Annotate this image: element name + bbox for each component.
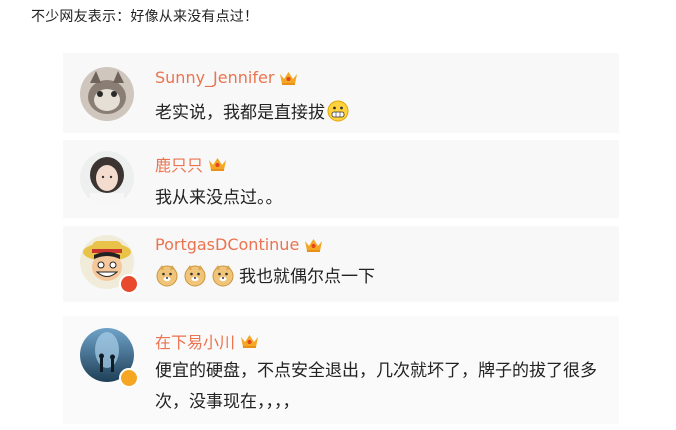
- username[interactable]: Sunny_Jennifer: [155, 68, 299, 87]
- comment-text: 便宜的硬盘，不点安全退出，几次就坏了，牌子的拔了很多次，没事现在，，，，: [155, 361, 597, 412]
- username[interactable]: PortgasDContinue: [155, 235, 324, 254]
- crown-badge-icon: [207, 156, 228, 172]
- comment-text: 我从来没点过。。: [155, 188, 283, 208]
- comment-text: 老实说，我都是直接拔: [155, 98, 349, 123]
- comment-card: Sunny_Jennifer 老实说，我都是直接拔: [63, 53, 619, 133]
- user-avatar[interactable]: [80, 67, 134, 121]
- crown-badge-icon: [303, 237, 324, 253]
- comment-card: 鹿只只 我从来没点过。。: [63, 140, 619, 218]
- comment-text: 我也就偶尔点一下: [155, 262, 375, 287]
- member-badge-icon: [119, 274, 139, 294]
- crown-badge-icon: [239, 333, 260, 349]
- doge-emoji-icon: [183, 263, 207, 287]
- doge-emoji-icon: [155, 263, 179, 287]
- verified-badge-icon: [119, 368, 139, 388]
- crown-badge-icon: [278, 70, 299, 86]
- intro-text: 不少网友表示：好像从来没有点过！: [31, 9, 259, 25]
- comment-card: PortgasDContinue 我也就偶尔点一下: [63, 226, 619, 302]
- doge-emoji-icon: [211, 263, 235, 287]
- user-avatar[interactable]: [80, 151, 134, 205]
- username[interactable]: 在下易小川: [155, 329, 260, 353]
- comment-card: 在下易小川 便宜的硬盘，不点安全退出，几次就坏了，牌子的拔了很多次，没事现在，，…: [63, 316, 619, 424]
- grin-emoji-icon: [327, 100, 349, 122]
- username[interactable]: 鹿只只: [155, 152, 228, 176]
